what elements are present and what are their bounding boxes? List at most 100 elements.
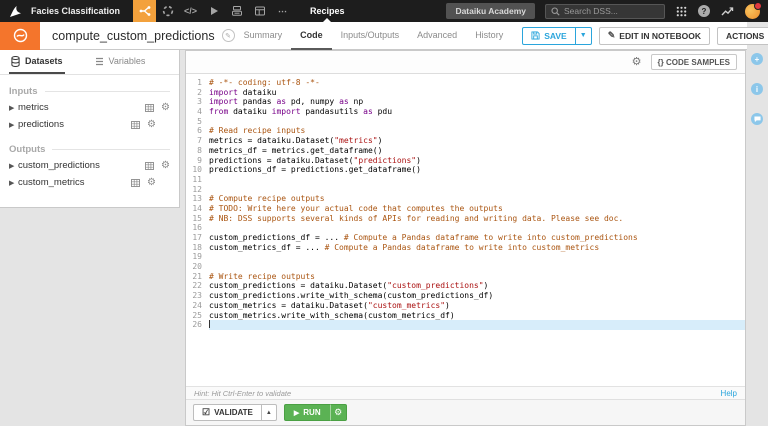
code-text[interactable] [209,252,745,262]
code-text[interactable]: custom_metrics.write_with_schema(custom_… [209,311,745,321]
run-button[interactable]: ▶ RUN [284,404,330,421]
editor-settings-gear-icon[interactable]: ⚙ [632,57,642,68]
code-text[interactable] [209,175,745,185]
code-text[interactable]: # -*- coding: utf-8 -*- [209,78,745,88]
expand-caret-icon[interactable]: ▶ [9,162,18,170]
code-line[interactable]: 4from dataiku import pandasutils as pdu [186,107,745,117]
dataset-item-predictions[interactable]: ▶predictions⚙ [9,116,170,133]
code-line[interactable]: 25custom_metrics.write_with_schema(custo… [186,311,745,321]
tab-summary[interactable]: Summary [235,22,292,50]
code-text[interactable]: custom_predictions.write_with_schema(cus… [209,291,745,301]
lab-icon[interactable] [156,0,179,22]
info-icon[interactable]: i [751,83,763,95]
flow-icon[interactable] [133,0,156,22]
tab-inputs-outputs[interactable]: Inputs/Outputs [332,22,409,50]
help-icon[interactable]: ? [698,5,710,17]
code-line[interactable]: 1# -*- coding: utf-8 -*- [186,78,745,88]
expand-caret-icon[interactable]: ▶ [9,121,18,129]
play-icon[interactable] [202,0,225,22]
code-line[interactable]: 13# Compute recipe outputs [186,194,745,204]
code-text[interactable]: metrics = dataiku.Dataset("metrics") [209,136,745,146]
code-text[interactable]: custom_predictions_df = ... # Compute a … [209,233,745,243]
tab-code[interactable]: Code [291,22,332,50]
table-icon[interactable] [131,179,140,187]
comment-bubble-icon[interactable] [751,113,763,125]
dataset-item-metrics[interactable]: ▶metrics⚙ [9,99,170,116]
validate-button[interactable]: ☑ VALIDATE [193,404,262,421]
code-line[interactable]: 6# Read recipe inputs [186,126,745,136]
code-area[interactable]: 1# -*- coding: utf-8 -*-2import dataiku3… [186,74,745,386]
gear-icon[interactable]: ⚙ [161,161,170,171]
add-icon[interactable]: + [751,53,763,65]
code-text[interactable] [209,320,745,330]
code-text[interactable]: import pandas as pd, numpy as np [209,97,745,107]
activity-trend-icon[interactable] [721,6,734,17]
code-text[interactable]: # Compute recipe outputs [209,194,745,204]
dataiku-logo-icon[interactable] [9,5,22,18]
tab-advanced[interactable]: Advanced [408,22,466,50]
code-line[interactable]: 22custom_predictions = dataiku.Dataset("… [186,281,745,291]
code-line[interactable]: 17custom_predictions_df = ... # Compute … [186,233,745,243]
gear-icon[interactable]: ⚙ [147,120,156,130]
gear-icon[interactable]: ⚙ [161,103,170,113]
expand-caret-icon[interactable]: ▶ [9,179,18,187]
sidebar-tab-variables[interactable]: Variables [93,50,148,74]
dataset-item-custom_metrics[interactable]: ▶custom_metrics⚙ [9,174,170,191]
code-line[interactable]: 5 [186,117,745,127]
code-text[interactable]: metrics_df = metrics.get_dataframe() [209,146,745,156]
code-icon[interactable]: </> [179,0,202,22]
gear-icon[interactable]: ⚙ [147,178,156,188]
more-icon[interactable]: ⋯ [271,0,294,22]
code-line[interactable]: 7metrics = dataiku.Dataset("metrics") [186,136,745,146]
dataset-item-custom_predictions[interactable]: ▶custom_predictions⚙ [9,157,170,174]
code-text[interactable] [209,185,745,195]
code-line[interactable]: 2import dataiku [186,88,745,98]
validate-dropdown-caret[interactable]: ▲ [262,404,277,421]
run-settings-gear-icon[interactable]: ⚙ [330,404,347,421]
code-line[interactable]: 24custom_metrics = dataiku.Dataset("cust… [186,301,745,311]
code-line[interactable]: 15# NB: DSS supports several kinds of AP… [186,214,745,224]
dataiku-academy-button[interactable]: Dataiku Academy [446,3,535,19]
code-line[interactable]: 18custom_metrics_df = ... # Compute a Pa… [186,243,745,253]
save-dropdown-caret[interactable]: ▼ [576,27,592,45]
code-line[interactable]: 26 [186,320,745,330]
code-text[interactable] [209,262,745,272]
save-button[interactable]: SAVE [522,27,576,45]
table-icon[interactable] [145,104,154,112]
grid-icon[interactable] [248,0,271,22]
edit-in-notebook-button[interactable]: ✎ EDIT IN NOTEBOOK [599,27,710,45]
code-line[interactable]: 12 [186,185,745,195]
code-line[interactable]: 10predictions_df = predictions.get_dataf… [186,165,745,175]
code-text[interactable]: custom_metrics_df = ... # Compute a Pand… [209,243,745,253]
code-text[interactable]: # Write recipe outputs [209,272,745,282]
code-line[interactable]: 20 [186,262,745,272]
code-text[interactable]: # Read recipe inputs [209,126,745,136]
edit-title-icon[interactable]: ✎ [222,29,235,42]
code-text[interactable]: custom_predictions = dataiku.Dataset("cu… [209,281,745,291]
code-line[interactable]: 14# TODO: Write here your actual code th… [186,204,745,214]
code-text[interactable] [209,223,745,233]
code-line[interactable]: 16 [186,223,745,233]
code-line[interactable]: 8metrics_df = metrics.get_dataframe() [186,146,745,156]
code-line[interactable]: 9predictions = dataiku.Dataset("predicti… [186,156,745,166]
search-input[interactable] [564,6,659,16]
collapse-panel-arrow-icon[interactable]: ← [752,29,764,41]
sidebar-tab-datasets[interactable]: Datasets [9,50,65,74]
code-text[interactable] [209,117,745,127]
code-text[interactable]: from dataiku import pandasutils as pdu [209,107,745,117]
code-line[interactable]: 11 [186,175,745,185]
code-text[interactable]: # TODO: Write here your actual code that… [209,204,745,214]
code-line[interactable]: 19 [186,252,745,262]
code-samples-button[interactable]: {} CODE SAMPLES [651,54,737,70]
code-text[interactable]: # NB: DSS supports several kinds of APIs… [209,214,745,224]
table-icon[interactable] [131,121,140,129]
machine-icon[interactable] [225,0,248,22]
code-line[interactable]: 21# Write recipe outputs [186,272,745,282]
code-text[interactable]: predictions_df = predictions.get_datafra… [209,165,745,175]
apps-waffle-icon[interactable] [676,6,687,17]
code-text[interactable]: import dataiku [209,88,745,98]
help-link[interactable]: Help [721,389,737,398]
expand-caret-icon[interactable]: ▶ [9,104,18,112]
code-line[interactable]: 23custom_predictions.write_with_schema(c… [186,291,745,301]
user-avatar[interactable] [745,4,760,19]
